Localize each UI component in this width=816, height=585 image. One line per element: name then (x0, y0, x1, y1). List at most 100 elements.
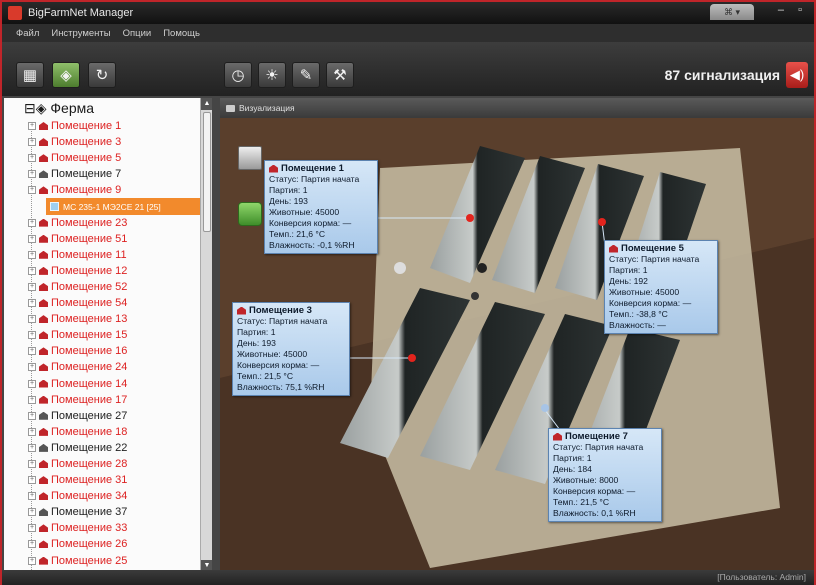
panel-room-1-title: Помещение 1 (269, 163, 373, 174)
scroll-thumb[interactable] (203, 112, 211, 232)
grid-view-button[interactable]: ▦ (16, 62, 44, 88)
window-menu-tab[interactable]: ⌘ ▾ (710, 4, 754, 20)
tree-item-room[interactable]: + Помещение 13 (28, 311, 202, 327)
tree-item-room[interactable]: + Помещение 24 (28, 359, 202, 375)
tree-subitem[interactable]: МС 235-1 МЭ2СЕ 21 [25] (46, 198, 202, 215)
alarm-count[interactable]: 87 сигнализация (665, 67, 780, 83)
tree-item-room[interactable]: + Помещение 1 (28, 118, 202, 134)
scroll-up-icon[interactable]: ▲ (201, 98, 212, 110)
tree-item-room[interactable]: + Помещение 28 (28, 456, 202, 472)
tree-item-room[interactable]: + Помещение 23 (28, 215, 202, 231)
tree-item-room[interactable]: + Помещение 17 (28, 392, 202, 408)
tree-item-room[interactable]: + Помещение 3 (28, 134, 202, 150)
expand-icon[interactable]: + (28, 411, 36, 420)
tree-item-room[interactable]: + Помещение 51 (28, 231, 202, 247)
tree-item-room[interactable]: + Помещение 14 (28, 376, 202, 392)
panel-room-5[interactable]: Помещение 5 Статус: Партия начата Партия… (604, 240, 718, 334)
expand-icon[interactable]: + (28, 395, 36, 404)
expand-icon[interactable]: + (28, 234, 36, 243)
lighting-button[interactable]: ☀ (258, 62, 286, 88)
tree-item-label: Помещение 33 (51, 522, 128, 535)
tree-item-room[interactable]: + Помещение 7 (28, 166, 202, 182)
eye-icon[interactable] (238, 202, 262, 226)
tree-item-room[interactable]: + Помещение 5 (28, 150, 202, 166)
tree-item-label: Помещение 25 (51, 554, 128, 567)
panel-room-3[interactable]: Помещение 3 Статус: Партия начата Партия… (232, 302, 350, 396)
expand-icon[interactable]: + (28, 266, 36, 275)
panel-room-1[interactable]: Помещение 1 Статус: Партия начата Партия… (264, 160, 378, 254)
alarm-button[interactable]: ◀) (786, 62, 808, 88)
expand-icon[interactable]: + (28, 524, 36, 533)
menu-tools[interactable]: Инструменты (51, 28, 110, 39)
house-icon (39, 476, 48, 485)
tree-item-label: Помещение 26 (51, 538, 128, 551)
maximize-icon[interactable]: ▫ (798, 4, 802, 16)
expand-icon[interactable]: + (28, 299, 36, 308)
expand-icon[interactable]: + (28, 315, 36, 324)
tree-item-room[interactable]: + Помещение 18 (28, 424, 202, 440)
expand-icon[interactable]: + (28, 218, 36, 227)
tree-item-room[interactable]: + Помещение 11 (28, 247, 202, 263)
panel-line: Статус: Партия начата (269, 174, 360, 184)
tree-item-room[interactable]: + Помещение 31 (28, 472, 202, 488)
menu-options[interactable]: Опции (123, 28, 152, 39)
tree-item-room[interactable]: + Помещение 9 (28, 182, 202, 198)
panel-line: День: 192 (609, 276, 648, 286)
tree-item-label: Помещение 37 (51, 506, 128, 519)
grid-icon: ▦ (22, 67, 38, 84)
minimize-icon[interactable]: – (778, 4, 784, 16)
house-icon (553, 432, 562, 441)
tree-scrollbar[interactable]: ▲ ▼ (200, 98, 212, 572)
tree-item-label: Помещение 17 (51, 393, 128, 406)
expand-icon[interactable]: + (28, 154, 36, 163)
map-view-button[interactable]: ◈ (52, 62, 80, 88)
note-icon[interactable] (238, 146, 262, 170)
tree-item-room[interactable]: + Помещение 37 (28, 504, 202, 520)
tree-item-room[interactable]: + Помещение 34 (28, 488, 202, 504)
edit-button[interactable]: ✎ (292, 62, 320, 88)
tree-root[interactable]: ⊟◈ Ферма (24, 100, 94, 117)
expand-icon[interactable]: + (28, 138, 36, 147)
expand-icon[interactable]: + (28, 443, 36, 452)
house-icon (39, 508, 48, 517)
farm-aerial-view[interactable]: Помещение 1 Статус: Партия начата Партия… (220, 118, 814, 570)
tree-item-room[interactable]: + Помещение 52 (28, 279, 202, 295)
expand-icon[interactable]: + (28, 460, 36, 469)
house-icon (39, 186, 48, 195)
tree-item-room[interactable]: + Помещение 27 (28, 408, 202, 424)
panel-room-7[interactable]: Помещение 7 Статус: Партия начата Партия… (548, 428, 662, 522)
menu-file[interactable]: Файл (16, 28, 39, 39)
house-icon (39, 427, 48, 436)
panel-line: Темп.: 21,5 °C (237, 371, 294, 381)
refresh-button[interactable]: ↻ (88, 62, 116, 88)
tree-item-room[interactable]: + Помещение 12 (28, 263, 202, 279)
tree-item-room[interactable]: + Помещение 33 (28, 520, 202, 536)
history-button[interactable]: ◷ (224, 62, 252, 88)
panel-room-5-title: Помещение 5 (609, 243, 713, 254)
expand-icon[interactable]: + (28, 379, 36, 388)
tree-item-label: Помещение 22 (51, 441, 128, 454)
expand-icon[interactable]: + (28, 186, 36, 195)
expand-icon[interactable]: + (28, 476, 36, 485)
tree-item-room[interactable]: + Помещение 26 (28, 536, 202, 552)
expand-icon[interactable]: + (28, 250, 36, 259)
menu-help[interactable]: Помощь (163, 28, 200, 39)
tree-item-room[interactable]: + Помещение 15 (28, 327, 202, 343)
expand-icon[interactable]: + (28, 492, 36, 501)
expand-icon[interactable]: + (28, 347, 36, 356)
expand-icon[interactable]: + (28, 122, 36, 131)
tree-item-room[interactable]: + Помещение 54 (28, 295, 202, 311)
panel-line: Партия: 1 (237, 327, 276, 337)
tree-item-room[interactable]: + Помещение 25 (28, 553, 202, 569)
tree-item-room[interactable]: + Помещение 22 (28, 440, 202, 456)
expand-icon[interactable]: + (28, 363, 36, 372)
expand-icon[interactable]: + (28, 282, 36, 291)
expand-icon[interactable]: + (28, 508, 36, 517)
expand-icon[interactable]: + (28, 540, 36, 549)
expand-icon[interactable]: + (28, 427, 36, 436)
expand-icon[interactable]: + (28, 331, 36, 340)
tools-button[interactable]: ⚒ (326, 62, 354, 88)
expand-icon[interactable]: + (28, 556, 36, 565)
tree-item-room[interactable]: + Помещение 16 (28, 343, 202, 359)
expand-icon[interactable]: + (28, 170, 36, 179)
